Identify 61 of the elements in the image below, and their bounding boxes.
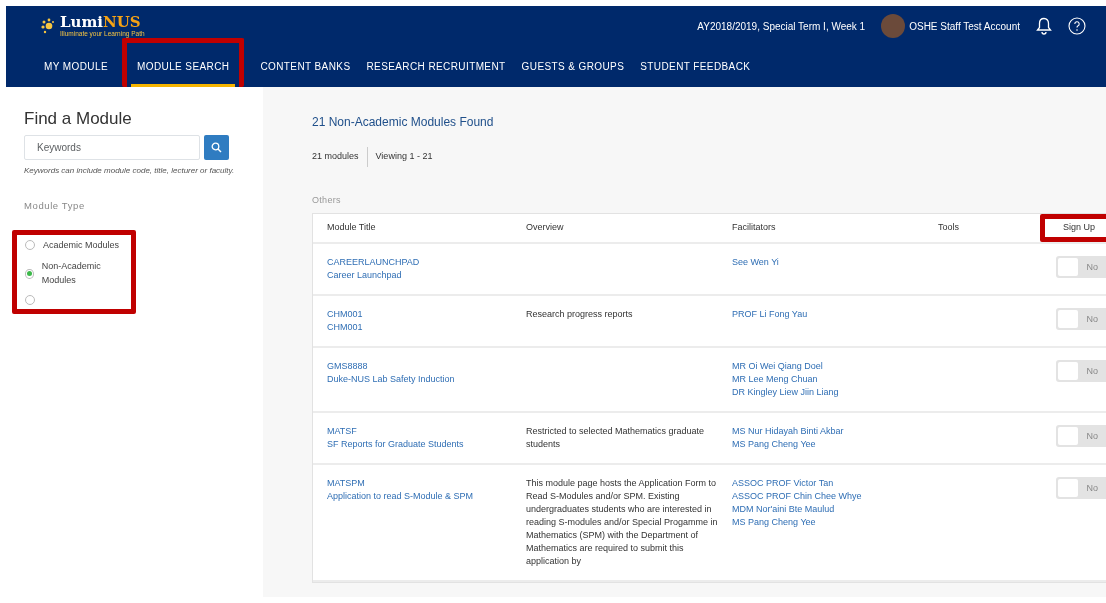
module-title-link[interactable]: Duke-NUS Lab Safety Induction (327, 373, 526, 386)
column-header: Facilitators (732, 221, 777, 235)
radio-label[interactable]: Non-Academic Modules (41, 260, 123, 288)
nav-tab[interactable]: MY MODULE (38, 46, 114, 87)
facilitator-link[interactable]: See Wen Yi (732, 256, 938, 269)
user-name[interactable]: OSHE Staff Test Account (909, 18, 1020, 34)
nav-tab[interactable]: RESEARCH RECRUITMENT (360, 46, 512, 87)
module-code-link[interactable]: GMS8888 (327, 360, 526, 373)
overview-text: Research progress reports (526, 308, 634, 321)
column-header: Module Title (327, 221, 377, 235)
results-title: 21 Non-Academic Modules Found (312, 114, 495, 131)
facilitator-link[interactable]: MS Nur Hidayah Binti Akbar (732, 425, 938, 438)
facilitator-link[interactable]: MR Lee Meng Chuan (732, 373, 938, 386)
viewing-range: Viewing 1 - 21 (366, 147, 433, 167)
column-header: Overview (526, 221, 565, 235)
facilitator-link[interactable]: MR Oi Wei Qiang Doel (732, 360, 938, 373)
help-icon[interactable] (1068, 17, 1086, 35)
module-count: 21 modules (312, 150, 360, 163)
overview-text: Restricted to selected Mathematics graduate students (526, 425, 706, 451)
user-avatar[interactable] (881, 14, 906, 38)
bell-icon[interactable] (1036, 17, 1052, 35)
column-header: Sign Up (1063, 221, 1096, 235)
app-logo[interactable]: LumiNUS (60, 14, 145, 30)
nav-tab[interactable]: GUESTS & GROUPS (515, 46, 631, 87)
search-button[interactable] (204, 135, 229, 161)
module-title-link[interactable]: CHM001 (327, 321, 526, 334)
module-code-link[interactable]: MATSF (327, 425, 526, 438)
sign-up-toggle[interactable]: No (1056, 477, 1106, 499)
sign-up-toggle[interactable]: No (1056, 425, 1106, 447)
module-title-link[interactable]: SF Reports for Graduate Students (327, 438, 526, 451)
facilitator-link[interactable]: MS Pang Cheng Yee (732, 516, 938, 529)
sign-up-toggle[interactable]: No (1056, 308, 1106, 330)
module-code-link[interactable]: CAREERLAUNCHPAD (327, 256, 526, 269)
module-code-link[interactable]: CHM001 (327, 308, 526, 321)
keyword-search-field[interactable]: Keywords (24, 135, 200, 161)
facilitator-link[interactable]: DR Kingley Liew Jiin Liang (732, 386, 938, 399)
term-label: AY2018/2019, Special Term I, Week 1 (697, 19, 866, 34)
sign-up-toggle[interactable]: No (1056, 256, 1106, 278)
nav-tab[interactable]: STUDENT FEEDBACK (634, 46, 757, 87)
dots-logo-icon (40, 18, 56, 34)
filter-title: Module Type (24, 199, 86, 214)
facilitator-link[interactable]: MDM Nor'aini Bte Maulud (732, 503, 938, 516)
facilitator-link[interactable]: PROF Li Fong Yau (732, 308, 938, 321)
facilitator-link[interactable]: ASSOC PROF Chin Chee Whye (732, 490, 938, 503)
radio-button[interactable] (25, 295, 35, 306)
radio-button[interactable] (25, 240, 35, 251)
sign-up-toggle[interactable]: No (1056, 360, 1106, 382)
radio-label[interactable]: Academic Modules (43, 238, 120, 253)
facilitator-link[interactable]: ASSOC PROF Victor Tan (732, 477, 938, 490)
module-code-link[interactable]: MATSPM (327, 477, 526, 490)
search-hint: Keywords can include module code, title, lecturer or faculty. (24, 165, 236, 178)
overview-text: This module page hosts the Application Form to Read S-Modules and/or SPM. Existing undergraduates students who are interested in reading S-modules and/or Special Progamme in Mathematics (SPM) with the Department of Mathematics are required to submit this application by (526, 477, 719, 568)
radio-button[interactable] (25, 268, 34, 279)
facilitator-link[interactable]: MS Pang Cheng Yee (732, 438, 938, 451)
module-title-link[interactable]: Career Launchpad (327, 269, 526, 282)
search-icon (211, 142, 222, 154)
nav-tab[interactable]: CONTENT BANKS (254, 46, 357, 87)
sidebar-title: Find a Module (24, 109, 133, 130)
module-title-link[interactable]: Application to read S-Module & SPM (327, 490, 526, 503)
column-header: Tools (938, 221, 960, 235)
group-heading: Others (312, 193, 342, 207)
